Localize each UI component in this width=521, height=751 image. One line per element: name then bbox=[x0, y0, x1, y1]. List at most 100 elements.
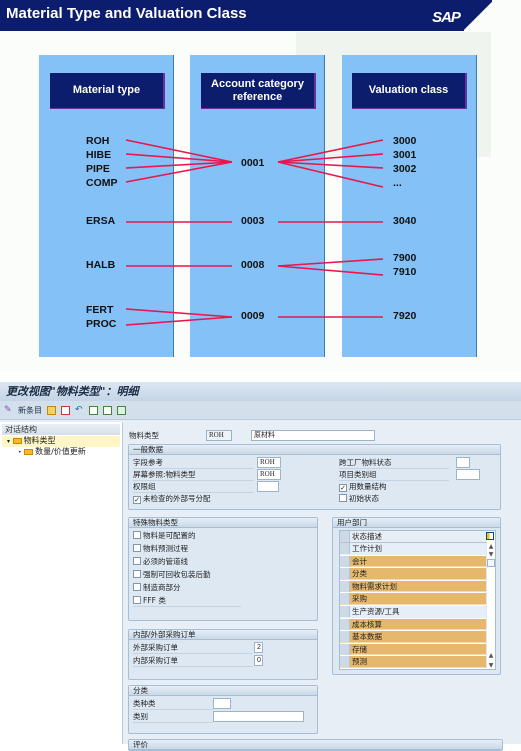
special-checkbox-row[interactable]: 制造商部分 bbox=[133, 583, 181, 593]
scroll-thumb[interactable] bbox=[487, 559, 495, 567]
manufacturer-part-checkbox[interactable] bbox=[133, 583, 141, 591]
special-checkbox-row[interactable]: 物料是可配置的 bbox=[133, 531, 196, 541]
mapping-line bbox=[277, 258, 384, 267]
display-change-icon[interactable]: ✎ bbox=[4, 405, 13, 415]
purchase-order-group: 内部/外部采购订单 外部采购订单 2 内部采购订单 0 bbox=[128, 629, 318, 680]
forecast-checkbox[interactable] bbox=[133, 544, 141, 552]
folder-icon bbox=[24, 449, 34, 455]
table-settings-icon[interactable] bbox=[486, 532, 494, 540]
window-title: 更改视图"物料类型"：明细 bbox=[0, 382, 521, 401]
material-type-label: PIPE bbox=[86, 163, 110, 175]
material-type-description-field[interactable]: 原材料 bbox=[251, 430, 375, 441]
table-row[interactable]: 存储 bbox=[340, 643, 487, 656]
expand-icon[interactable]: ▾ bbox=[7, 438, 10, 445]
copy-icon[interactable] bbox=[47, 405, 56, 415]
special-checkbox-row[interactable]: 物料预测过程 bbox=[133, 544, 188, 554]
auth-group-field[interactable] bbox=[257, 481, 279, 492]
field-ref-label: 字段参考 bbox=[133, 458, 253, 469]
material-type-label: FERT bbox=[86, 304, 114, 316]
table-row[interactable]: 预测 bbox=[340, 656, 487, 668]
returnable-packaging-checkbox[interactable] bbox=[133, 570, 141, 578]
bullet-icon: • bbox=[18, 449, 22, 456]
row-selector[interactable] bbox=[340, 593, 350, 605]
internal-po-field[interactable]: 0 bbox=[254, 655, 263, 666]
table-row[interactable]: 采购 bbox=[340, 593, 487, 605]
material-type-code-field[interactable]: ROH bbox=[206, 430, 232, 441]
material-type-label: HALB bbox=[86, 259, 116, 271]
table-row[interactable]: 分类 bbox=[340, 568, 487, 580]
configurable-checkbox[interactable] bbox=[133, 531, 141, 539]
special-checkbox-row[interactable]: 必须的管道线 bbox=[133, 557, 188, 567]
tree-item-qty-value-update[interactable]: • 数量/价值更新 bbox=[0, 447, 122, 458]
row-label: 采购 bbox=[352, 594, 367, 604]
valuation-class-label: ... bbox=[393, 177, 402, 189]
row-label: 存储 bbox=[352, 644, 367, 654]
valuation-group: 评价 bbox=[128, 739, 503, 751]
class-type-field[interactable] bbox=[213, 698, 231, 709]
sap-gui-window: 更改视图"物料类型"：明细 ✎ 新条目 ↶ 对话结构 ▾ 物料类型 • 数量/价… bbox=[0, 382, 521, 751]
table-row[interactable]: 成本核算 bbox=[340, 618, 487, 631]
previous-entry-icon[interactable] bbox=[89, 405, 98, 415]
cross-plant-status-field[interactable] bbox=[456, 457, 470, 468]
screen-ref-label: 屏幕参照:物料类型 bbox=[133, 470, 253, 481]
material-type-label: 物料类型 bbox=[129, 431, 159, 440]
qty-struct-checkbox[interactable]: ✓ bbox=[339, 484, 347, 492]
row-label: 会计 bbox=[352, 556, 367, 566]
page-down-icon[interactable]: ▼ bbox=[487, 662, 495, 669]
table-row[interactable]: 基本数据 bbox=[340, 631, 487, 643]
page-up-icon[interactable]: ▲ bbox=[487, 652, 495, 659]
row-label: 生产资源/工具 bbox=[352, 607, 400, 616]
field-ref-field[interactable]: ROH bbox=[257, 457, 281, 468]
row-selector[interactable] bbox=[340, 631, 350, 643]
dialog-structure-panel: 对话结构 ▾ 物料类型 • 数量/价值更新 bbox=[0, 422, 123, 744]
detail-area: 物料类型 ROH 原材料 一般数据 字段参考 ROH 屏幕参照:物料类型 ROH… bbox=[126, 422, 521, 751]
table-row[interactable]: 工作计划 bbox=[340, 543, 487, 555]
row-selector[interactable] bbox=[340, 555, 350, 567]
table-row[interactable]: 会计 bbox=[340, 555, 487, 568]
initial-status-checkbox-row[interactable]: 初始状态 bbox=[339, 494, 379, 504]
row-selector[interactable] bbox=[340, 656, 350, 668]
scroll-up-icon[interactable]: ▲ bbox=[487, 543, 495, 551]
ext-num-checkbox-row[interactable]: ✓ 未检查的外部号分配 bbox=[133, 494, 211, 504]
material-type-label: COMP bbox=[86, 177, 118, 189]
qty-struct-checkbox-row[interactable]: ✓ 用数量结构 bbox=[339, 482, 387, 492]
special-checkbox-row[interactable]: FFF 类 bbox=[133, 596, 241, 607]
table-row[interactable]: 生产资源/工具 bbox=[340, 606, 487, 618]
initial-status-checkbox[interactable] bbox=[339, 494, 347, 502]
next-entry-icon[interactable] bbox=[103, 405, 112, 415]
pipeline-checkbox[interactable] bbox=[133, 557, 141, 565]
table-row[interactable]: 物料需求计划 bbox=[340, 580, 487, 593]
undo-icon[interactable]: ↶ bbox=[75, 405, 84, 415]
item-category-group-field[interactable] bbox=[456, 469, 480, 480]
valuation-title: 评价 bbox=[129, 740, 502, 750]
tree-item-material-type[interactable]: ▾ 物料类型 bbox=[2, 436, 120, 447]
new-entries-button[interactable]: 新条目 bbox=[18, 405, 42, 416]
screen-ref-field[interactable]: ROH bbox=[257, 469, 281, 480]
slide: Material Type and Valuation Class SAP Ma… bbox=[0, 0, 521, 372]
material-type-label: PROC bbox=[86, 318, 117, 330]
select-all-icon[interactable] bbox=[117, 405, 126, 415]
row-selector[interactable] bbox=[340, 606, 350, 617]
row-label: 工作计划 bbox=[352, 544, 382, 553]
valuation-class-label: 7900 bbox=[393, 252, 417, 264]
application-toolbar: ✎ 新条目 ↶ bbox=[0, 401, 521, 420]
scroll-down-icon[interactable]: ▼ bbox=[487, 551, 495, 559]
class-type-label: 类种类 bbox=[133, 699, 213, 710]
general-data-group: 一般数据 字段参考 ROH 屏幕参照:物料类型 ROH 权限组 ✓ 未检查的外部号… bbox=[128, 444, 501, 510]
row-selector[interactable] bbox=[340, 618, 350, 630]
fff-class-checkbox[interactable] bbox=[133, 596, 141, 604]
row-selector[interactable] bbox=[340, 543, 350, 554]
class-field[interactable] bbox=[213, 711, 304, 722]
internal-po-label: 内部采购订单 bbox=[133, 656, 253, 667]
special-checkbox-row[interactable]: 强制可回收包装后勤 bbox=[133, 570, 211, 580]
account-ref-label: 0008 bbox=[241, 259, 265, 271]
row-selector[interactable] bbox=[340, 580, 350, 592]
table-scrollbar[interactable]: ▲ ▼ ▲ ▼ bbox=[486, 543, 495, 669]
delete-icon[interactable] bbox=[61, 405, 70, 415]
external-po-field[interactable]: 2 bbox=[254, 642, 263, 653]
valuation-class-label: 7920 bbox=[393, 310, 417, 322]
account-ref-label: 0009 bbox=[241, 310, 265, 322]
row-selector[interactable] bbox=[340, 568, 350, 580]
row-selector[interactable] bbox=[340, 643, 350, 655]
ext-num-checkbox[interactable]: ✓ bbox=[133, 496, 141, 504]
